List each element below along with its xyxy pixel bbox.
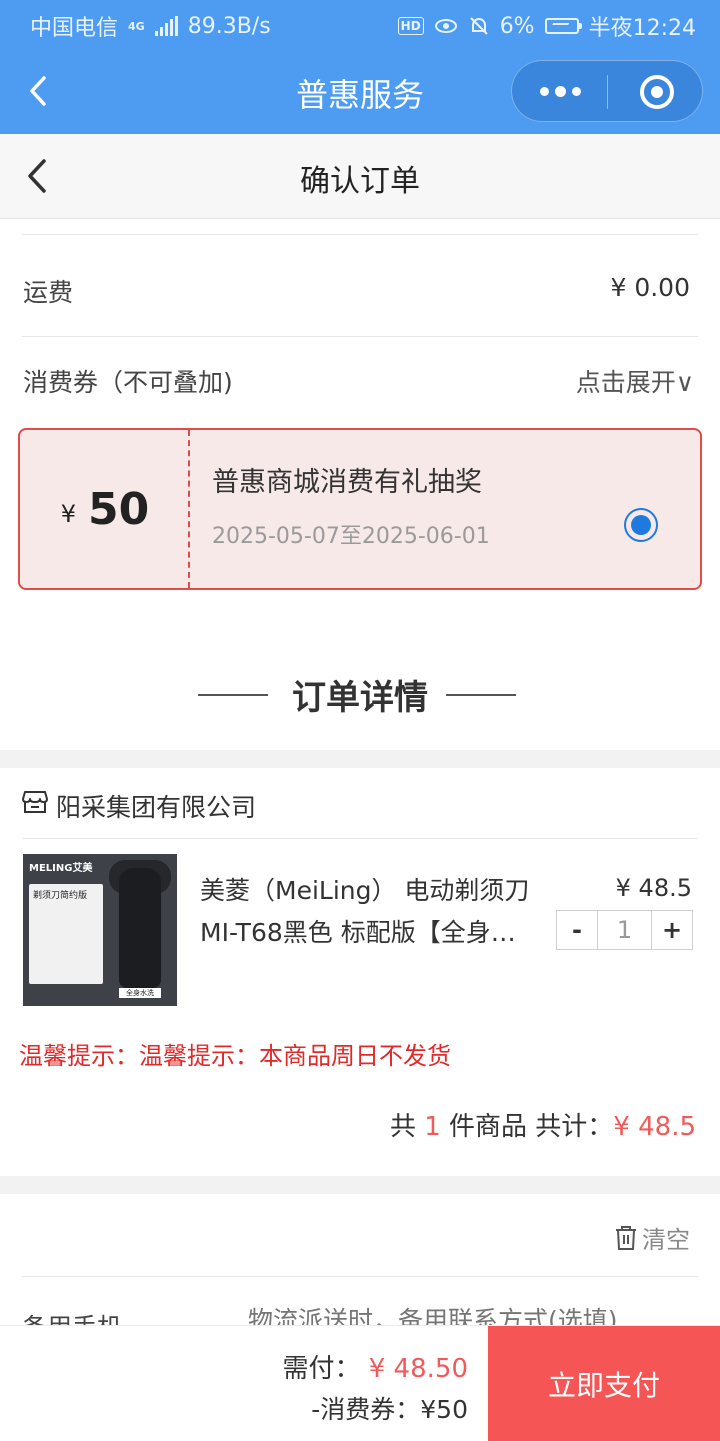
carrier-label: 中国电信 xyxy=(30,16,119,41)
product-package-card: 剃须刀简约版 xyxy=(29,884,103,984)
summary-count: 1 xyxy=(424,1112,441,1142)
capsule-menu xyxy=(511,60,703,122)
status-bar: 中国电信 4G 89.3B/s HD 6% 半夜12:24 xyxy=(0,0,720,48)
page-header: 确认订单 xyxy=(0,134,720,219)
section-gap xyxy=(0,750,720,768)
product-image-tag: 全身水洗 xyxy=(119,988,161,998)
clock: 半夜12:24 xyxy=(588,16,696,41)
more-dots-icon[interactable] xyxy=(540,86,581,97)
pay-label: 需付： xyxy=(282,1354,361,1384)
battery-percent: 6% xyxy=(499,13,535,39)
divider xyxy=(22,1276,698,1277)
divider xyxy=(22,336,698,337)
status-left: 中国电信 4G 89.3B/s xyxy=(30,10,271,42)
product-image-caption: 剃须刀简约版 xyxy=(33,891,88,901)
quantity-increase-button[interactable]: + xyxy=(652,911,692,949)
quantity-decrease-button[interactable]: - xyxy=(557,911,597,949)
coupon-section-label: 消费券（不可叠加) xyxy=(23,368,233,397)
quantity-value[interactable]: 1 xyxy=(597,911,652,949)
coupon-value: 50 xyxy=(88,483,150,535)
clear-button[interactable]: 清空 xyxy=(614,1220,690,1255)
pay-amount: ¥ 48.50 xyxy=(368,1354,468,1384)
product-price: ¥ 48.5 xyxy=(615,874,692,902)
capsule-divider xyxy=(607,75,608,109)
coupon-deduction: -消费券：¥50 xyxy=(311,1395,468,1424)
pay-now-button[interactable]: 立即支付 xyxy=(488,1326,720,1441)
signal-icon xyxy=(154,16,178,36)
coupon-expand-toggle[interactable]: 点击展开∨ xyxy=(576,363,694,399)
battery-icon xyxy=(544,18,582,34)
coupon-perforation xyxy=(188,430,190,588)
summary-total: ¥ 48.5 xyxy=(613,1112,696,1142)
shaver-body xyxy=(119,868,161,988)
shipping-label: 运费 xyxy=(23,278,74,307)
quantity-stepper: - 1 + xyxy=(556,910,693,950)
order-details-title: 订单详情 xyxy=(292,678,428,718)
shop-name: 阳采集团有限公司 xyxy=(56,793,257,822)
summary-middle: 件商品 共计： xyxy=(449,1112,614,1142)
shipping-tip: 温馨提示：温馨提示：本商品周日不发货 xyxy=(19,1042,451,1070)
coupon-amount: ¥ 50 xyxy=(20,430,190,588)
clear-label: 清空 xyxy=(642,1226,690,1254)
checkout-bar: 需付： ¥ 48.50 -消费券：¥50 立即支付 xyxy=(0,1325,720,1441)
page-title: 确认订单 xyxy=(300,164,420,199)
divider xyxy=(22,234,698,235)
coupon-radio-selected[interactable] xyxy=(624,508,658,542)
shipping-value: ¥ 0.00 xyxy=(610,273,690,302)
summary-prefix: 共 xyxy=(389,1112,416,1142)
order-summary: 共 1 件商品 共计：¥ 48.5 xyxy=(390,1106,696,1143)
section-gap xyxy=(0,1176,720,1194)
product-image[interactable]: MELING艾美 剃须刀简约版 全身水洗 xyxy=(23,854,177,1006)
close-miniprogram-icon[interactable] xyxy=(640,75,674,109)
coupon-name: 普惠商城消费有礼抽奖 xyxy=(212,467,482,498)
product-brand-logo: MELING艾美 xyxy=(29,863,93,874)
hd-icon: HD xyxy=(397,17,424,35)
app-header: 普惠服务 xyxy=(0,48,720,134)
bell-off-icon xyxy=(469,17,488,35)
status-right: HD 6% 半夜12:24 xyxy=(397,10,696,42)
trash-icon xyxy=(616,1225,636,1250)
network-type: 4G xyxy=(128,19,145,33)
title-rule-right xyxy=(446,694,516,696)
product-name[interactable]: 美菱（MeiLing） 电动剃须刀MI-T68黑色 标配版【全身水洗】 xyxy=(200,870,530,954)
pay-amount-row: 需付： ¥ 48.50 xyxy=(282,1348,468,1385)
divider xyxy=(22,838,698,839)
store-icon xyxy=(22,791,48,813)
coupon-validity: 2025-05-07至2025-06-01 xyxy=(212,524,490,549)
network-speed: 89.3B/s xyxy=(187,13,271,39)
coupon-currency: ¥ xyxy=(60,500,77,528)
coupon-card[interactable]: ¥ 50 普惠商城消费有礼抽奖 2025-05-07至2025-06-01 xyxy=(18,428,702,590)
eye-icon xyxy=(434,19,457,33)
